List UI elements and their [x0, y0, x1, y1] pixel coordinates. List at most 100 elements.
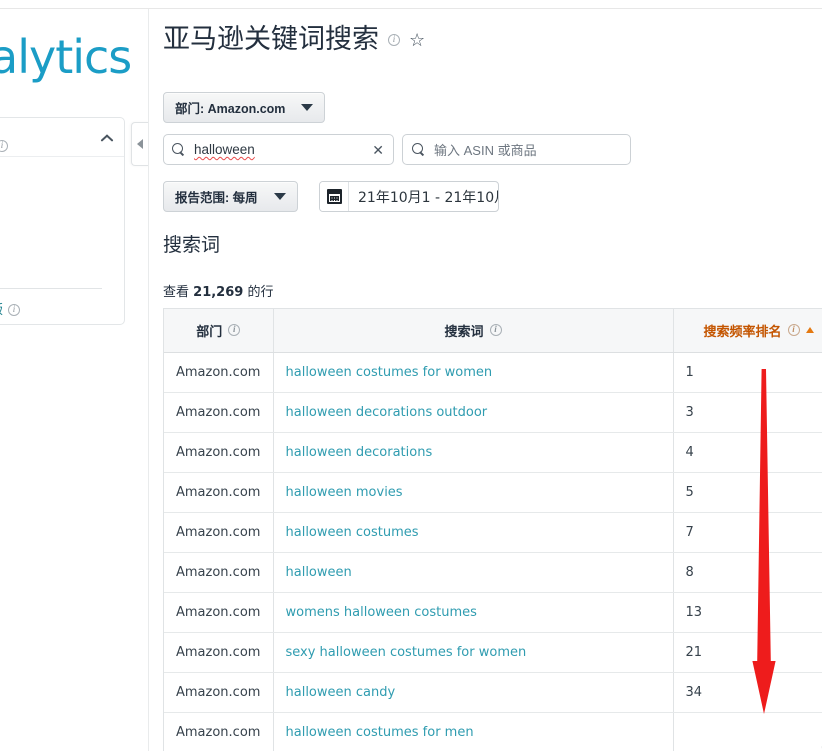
cell-search-frequency-rank: 8 [673, 552, 822, 592]
asin-search-placeholder: 输入 ASIN 或商品 [434, 140, 537, 159]
report-scope-label: 报告范围: 每周 [175, 187, 258, 206]
close-icon[interactable]: ✕ [372, 142, 384, 158]
search-terms-table: 部门 搜索词 搜索频率排名 [164, 309, 822, 751]
cell-department: Amazon.com [164, 712, 273, 751]
cell-search-frequency-rank: 34 [673, 672, 822, 712]
table-row: Amazon.com halloween 8 [164, 552, 822, 592]
column-header-search-frequency-rank-label: 搜索频率排名 [703, 321, 781, 340]
rows-count-label: 查看 21,269 的行 [163, 281, 273, 300]
cell-search-frequency-rank: 21 [673, 632, 822, 672]
cell-search-frequency-rank: 1 [673, 352, 822, 392]
cell-department: Amazon.com [164, 592, 273, 632]
table-row: Amazon.comsexy halloween costumes for wo… [164, 632, 822, 672]
table-row: Amazon.com womens halloween costumes 13 [164, 592, 822, 632]
column-header-search-term-label: 搜索词 [444, 321, 483, 340]
table-row: Amazon.com halloween movies 5 [164, 472, 822, 512]
chevron-down-icon [274, 193, 286, 200]
search-term-link[interactable]: sexy halloween costumes for women [286, 645, 527, 660]
cell-search-term: halloween costumes for men [273, 712, 673, 751]
keyword-search-input[interactable]: halloween ✕ [163, 134, 394, 165]
main-content: 亚马逊关键词搜索 ☆ 部门: Amazon.com halloween ✕ 输入… [149, 9, 822, 751]
date-range-value: 21年10月1 - 21年10月1 [349, 187, 499, 207]
rows-count-suffix: 的行 [247, 285, 273, 300]
cell-search-term: halloween candy [273, 672, 673, 712]
chevron-down-icon [301, 104, 313, 111]
cell-search-term: halloween decorations [273, 432, 673, 472]
cell-search-term: halloween costumes for women [273, 352, 673, 392]
asin-search-input[interactable]: 输入 ASIN 或商品 [402, 134, 631, 165]
info-icon[interactable] [490, 324, 502, 336]
calendar-icon[interactable] [320, 182, 349, 211]
cell-department: Amazon.com [164, 672, 273, 712]
table-header: 部门 搜索词 搜索频率排名 [164, 309, 822, 352]
star-outline-icon[interactable]: ☆ [409, 31, 425, 49]
column-header-search-term[interactable]: 搜索词 [273, 309, 673, 352]
rows-count-prefix: 查看 [163, 285, 189, 300]
left-filter-card [0, 117, 125, 325]
table-body: Amazon.comhalloween costumes for women1A… [164, 352, 822, 751]
cell-search-term: sexy halloween costumes for women [273, 632, 673, 672]
column-header-search-frequency-rank[interactable]: 搜索频率排名 [673, 309, 822, 352]
cell-department: Amazon.com [164, 392, 273, 432]
info-icon[interactable] [8, 304, 20, 316]
search-term-link[interactable]: halloween costumes for women [286, 365, 493, 380]
column-header-department[interactable]: 部门 [164, 309, 273, 352]
cell-search-frequency-rank: 13 [673, 592, 822, 632]
brand-logo: alytics [0, 29, 131, 85]
search-term-link[interactable]: womens halloween costumes [286, 605, 477, 620]
search-term-link[interactable]: halloween costumes [286, 525, 419, 540]
search-term-link[interactable]: halloween candy [286, 685, 396, 700]
left-card-divider [0, 288, 102, 289]
info-icon[interactable] [388, 34, 400, 46]
cell-department: Amazon.com [164, 472, 273, 512]
search-term-link[interactable]: halloween costumes for men [286, 725, 474, 740]
cell-department: Amazon.com [164, 552, 273, 592]
cell-search-term: halloween [273, 552, 673, 592]
table-row: Amazon.com halloween costumes for men [164, 712, 822, 751]
department-dropdown[interactable]: 部门: Amazon.com [163, 92, 325, 123]
department-dropdown-label: 部门: Amazon.com [175, 98, 285, 117]
search-term-link[interactable]: halloween decorations outdoor [286, 405, 488, 420]
keyword-search-value: halloween [194, 142, 255, 157]
left-card-row: 版 [0, 302, 20, 318]
left-card-label: 版 [0, 302, 3, 318]
screenshot-root: alytics 版 亚马逊关键词搜索 ☆ 部门: Amazon.com [0, 0, 822, 751]
info-icon[interactable] [788, 324, 800, 336]
cell-search-frequency-rank: 7 [673, 512, 822, 552]
search-icon [412, 143, 425, 156]
cell-search-frequency-rank: 3 [673, 392, 822, 432]
info-icon[interactable] [228, 324, 240, 336]
table-header-row: 部门 搜索词 搜索频率排名 [164, 309, 822, 352]
cell-search-term: halloween movies [273, 472, 673, 512]
cell-department: Amazon.com [164, 512, 273, 552]
cell-search-term: halloween costumes [273, 512, 673, 552]
cell-department: Amazon.com [164, 352, 273, 392]
search-term-link[interactable]: halloween movies [286, 485, 403, 500]
table-row: Amazon.com halloween costumes 7 [164, 512, 822, 552]
sidebar-collapse-handle[interactable] [131, 122, 149, 166]
date-range-field[interactable]: 21年10月1 - 21年10月1 [319, 181, 499, 212]
page-title-row: 亚马逊关键词搜索 ☆ [163, 23, 425, 57]
search-term-link[interactable]: halloween [286, 565, 352, 580]
cell-search-frequency-rank: 4 [673, 432, 822, 472]
table-row: Amazon.com halloween decorations outdoor 3 [164, 392, 822, 432]
search-term-link[interactable]: halloween decorations [286, 445, 433, 460]
cell-search-term: halloween decorations outdoor [273, 392, 673, 432]
column-header-department-label: 部门 [196, 321, 222, 340]
sort-ascending-icon[interactable] [806, 327, 814, 333]
rows-count-number: 21,269 [193, 285, 243, 300]
section-title: 搜索词 [163, 230, 220, 257]
info-icon[interactable] [0, 140, 8, 152]
search-terms-table-wrapper: 部门 搜索词 搜索频率排名 [163, 308, 822, 751]
table-row: Amazon.com halloween decorations 4 [164, 432, 822, 472]
search-icon [172, 143, 185, 156]
report-scope-dropdown[interactable]: 报告范围: 每周 [163, 181, 298, 212]
chevron-up-icon[interactable] [101, 131, 114, 144]
table-row: Amazon.com halloween costumes for women 1 [164, 352, 822, 392]
cell-search-frequency-rank [673, 712, 822, 751]
left-card-header[interactable] [0, 118, 124, 157]
cell-department: Amazon.com [164, 432, 273, 472]
chevron-left-icon [137, 139, 143, 149]
cell-search-term: womens halloween costumes [273, 592, 673, 632]
cell-search-frequency-rank: 5 [673, 472, 822, 512]
